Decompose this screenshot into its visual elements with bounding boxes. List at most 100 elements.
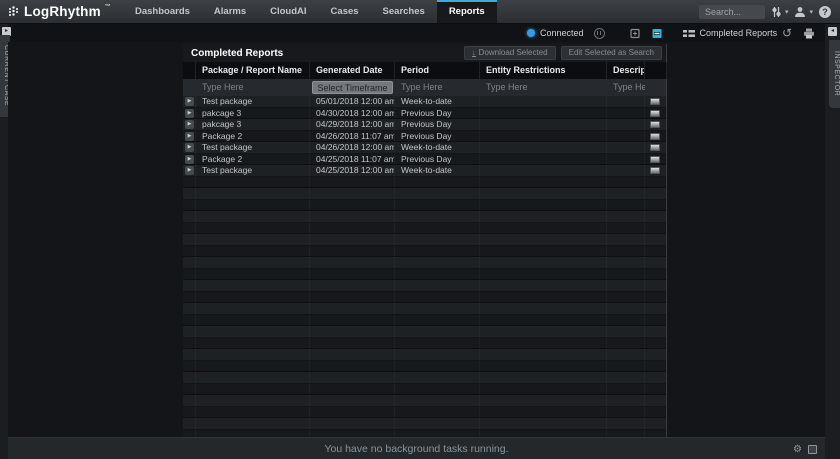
header-download-column [645, 62, 667, 79]
header-entity-restrictions[interactable]: Entity Restrictions [480, 62, 607, 79]
toolbar-right-group: ↺ [782, 24, 815, 42]
main-content: Completed Reports ↓ Download Selected Ed… [8, 42, 825, 437]
help-icon[interactable]: ? [819, 6, 831, 18]
report-file-icon[interactable] [650, 121, 660, 128]
download-selected-button[interactable]: ↓ Download Selected [464, 46, 556, 60]
tab-searches[interactable]: Searches [371, 0, 437, 23]
cell-period: Week-to-date [395, 165, 480, 176]
tab-cases[interactable]: Cases [319, 0, 371, 23]
cell-generated: 04/30/2018 12:00 am [310, 108, 395, 119]
table-row-empty [183, 315, 666, 327]
filter-entity-input[interactable]: Type Here [480, 79, 607, 96]
user-caret-icon[interactable]: ▾ [809, 8, 813, 16]
cell-name: Package 2 [196, 154, 310, 165]
table-row-empty [183, 257, 666, 269]
filter-period-input[interactable]: Type Here [395, 79, 480, 96]
table-row-empty [183, 326, 666, 338]
report-file-icon[interactable] [650, 98, 660, 105]
connection-status: Connected [527, 28, 584, 38]
status-bar: You have no background tasks running. ⚙ [8, 437, 825, 459]
header-description[interactable]: Description [607, 62, 645, 79]
cell-entity [480, 154, 607, 165]
header-expand-column [183, 62, 196, 79]
report-file-icon[interactable] [650, 167, 660, 174]
table-row[interactable]: ▶Test package05/01/2018 12:00 amWeek-to-… [183, 96, 666, 108]
background-tasks-message: You have no background tasks running. [324, 443, 508, 455]
expand-row-icon[interactable]: ▶ [185, 166, 194, 175]
logo-dots-icon [8, 5, 20, 18]
table-row-empty [183, 361, 666, 373]
edit-selected-as-search-button[interactable]: Edit Selected as Search [561, 46, 662, 60]
tab-cloudai[interactable]: CloudAI [258, 0, 318, 23]
cell-entity [480, 131, 607, 142]
settings-gear-icon[interactable]: ⚙ [793, 444, 802, 455]
completed-reports-view-icon[interactable] [651, 28, 663, 39]
nav-right-cluster: Search... ▾ ▾ ? [699, 0, 840, 23]
cell-name: Test package [196, 96, 310, 107]
expand-row-icon[interactable]: ▶ [185, 97, 194, 106]
table-row-empty [183, 349, 666, 361]
header-period[interactable]: Period [395, 62, 480, 79]
table-row[interactable]: ▶Package 204/25/2018 11:07 amPrevious Da… [183, 154, 666, 166]
cell-period: Previous Day [395, 154, 480, 165]
header-package-report-name[interactable]: Package / Report Name [196, 62, 310, 79]
filter-description-input[interactable]: Type Here [607, 79, 645, 96]
cell-name: Package 2 [196, 131, 310, 142]
cell-description [607, 108, 645, 119]
view-label: Completed Reports [700, 28, 778, 38]
table-row-empty [183, 292, 666, 304]
pause-updates-icon[interactable] [594, 28, 605, 39]
cell-period: Previous Day [395, 108, 480, 119]
logrhythm-logo: LogRhythm ™ [0, 0, 123, 23]
report-file-icon[interactable] [650, 144, 660, 151]
cell-period: Week-to-date [395, 96, 480, 107]
print-icon[interactable] [803, 28, 815, 39]
search-input[interactable]: Search... [699, 5, 765, 19]
toolbar-left-group: Connected [527, 24, 777, 42]
tab-reports[interactable]: Reports [437, 0, 497, 23]
table-row[interactable]: ▶Test package04/25/2018 12:00 amWeek-to-… [183, 165, 666, 177]
expand-row-icon[interactable]: ▶ [185, 143, 194, 152]
cell-generated: 04/26/2018 11:07 am [310, 131, 395, 142]
tasks-panel-icon[interactable] [808, 445, 817, 454]
cell-generated: 04/25/2018 11:07 am [310, 154, 395, 165]
expand-row-icon[interactable]: ▶ [185, 155, 194, 164]
tab-alarms[interactable]: Alarms [202, 0, 258, 23]
panel-header: Completed Reports ↓ Download Selected Ed… [183, 44, 666, 62]
table-row[interactable]: ▶pakcage 304/30/2018 12:00 amPrevious Da… [183, 108, 666, 120]
collapse-right-panel-icon[interactable]: ◂ [828, 27, 837, 36]
panel-actions: ↓ Download Selected Edit Selected as Sea… [464, 46, 666, 60]
tab-dashboards[interactable]: Dashboards [123, 0, 202, 23]
cell-description [607, 165, 645, 176]
cell-entity [480, 96, 607, 107]
table-row-empty [183, 384, 666, 396]
report-queue-icon[interactable] [629, 28, 641, 39]
cell-entity [480, 165, 607, 176]
refresh-icon[interactable]: ↺ [782, 27, 792, 39]
cell-period: Previous Day [395, 131, 480, 142]
select-timeframe-button[interactable]: Select Timeframe [312, 81, 393, 94]
preferences-caret-icon[interactable]: ▾ [785, 8, 789, 16]
filter-name-input[interactable]: Type Here [196, 79, 310, 96]
inspector-tab[interactable]: INSPECTOR [829, 40, 840, 108]
reports-table-body: ▶Test package05/01/2018 12:00 amWeek-to-… [183, 96, 666, 437]
user-icon[interactable] [794, 6, 806, 18]
report-file-icon[interactable] [650, 133, 660, 140]
expand-row-icon[interactable]: ▶ [185, 132, 194, 141]
page-title: Completed Reports [183, 48, 283, 59]
expand-row-icon[interactable]: ▶ [185, 120, 194, 129]
table-row[interactable]: ▶Test package04/26/2018 12:00 amWeek-to-… [183, 142, 666, 154]
cell-name: pakcage 3 [196, 108, 310, 119]
table-row-empty [183, 234, 666, 246]
preferences-sliders-icon[interactable] [771, 6, 782, 18]
table-row[interactable]: ▶pakcage 304/29/2018 12:00 amPrevious Da… [183, 119, 666, 131]
report-file-icon[interactable] [650, 156, 660, 163]
table-row-empty [183, 269, 666, 281]
cell-generated: 04/26/2018 12:00 am [310, 142, 395, 153]
table-row-empty [183, 211, 666, 223]
report-file-icon[interactable] [650, 110, 660, 117]
table-row-empty [183, 303, 666, 315]
header-generated-date[interactable]: Generated Date [310, 62, 395, 79]
expand-row-icon[interactable]: ▶ [185, 109, 194, 118]
table-row[interactable]: ▶Package 204/26/2018 11:07 amPrevious Da… [183, 131, 666, 143]
